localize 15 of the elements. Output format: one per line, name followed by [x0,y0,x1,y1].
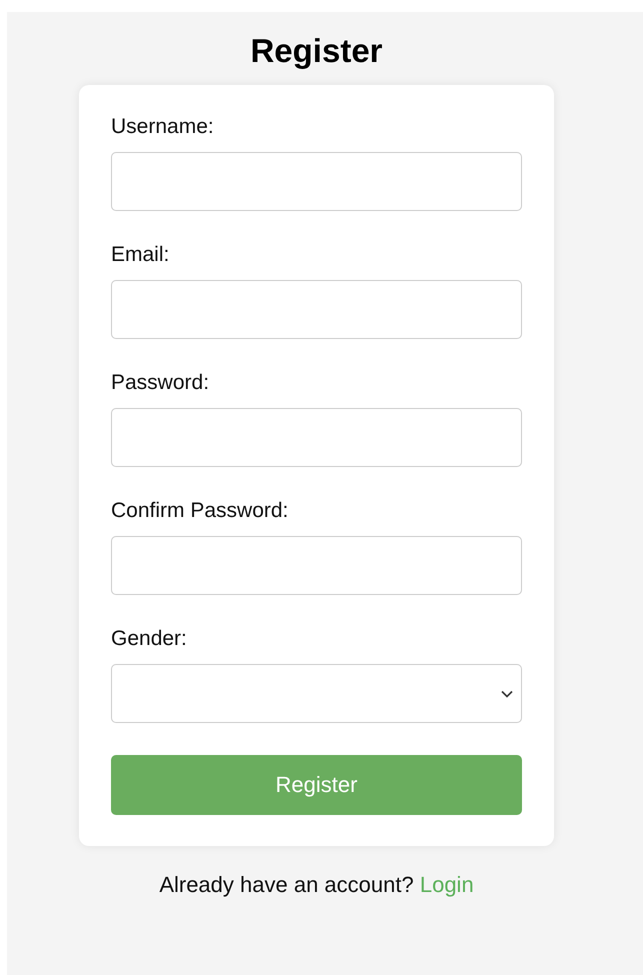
field-label: Email: [111,243,170,267]
page-title: Register [249,31,384,71]
register-button[interactable]: Register [111,755,522,815]
field-label: Gender: [111,627,187,651]
select-field[interactable] [111,664,522,723]
footer-text: Already have an account? [159,872,414,897]
field-label: Password: [111,371,210,395]
input-field[interactable] [111,408,522,467]
login-link[interactable]: Login [420,872,474,897]
field-label: Username: [111,115,214,139]
input-field[interactable] [111,152,522,211]
field-label: Confirm Password: [111,499,288,523]
input-field[interactable] [111,536,522,595]
chevron-down-icon [501,690,513,698]
input-field[interactable] [111,280,522,339]
